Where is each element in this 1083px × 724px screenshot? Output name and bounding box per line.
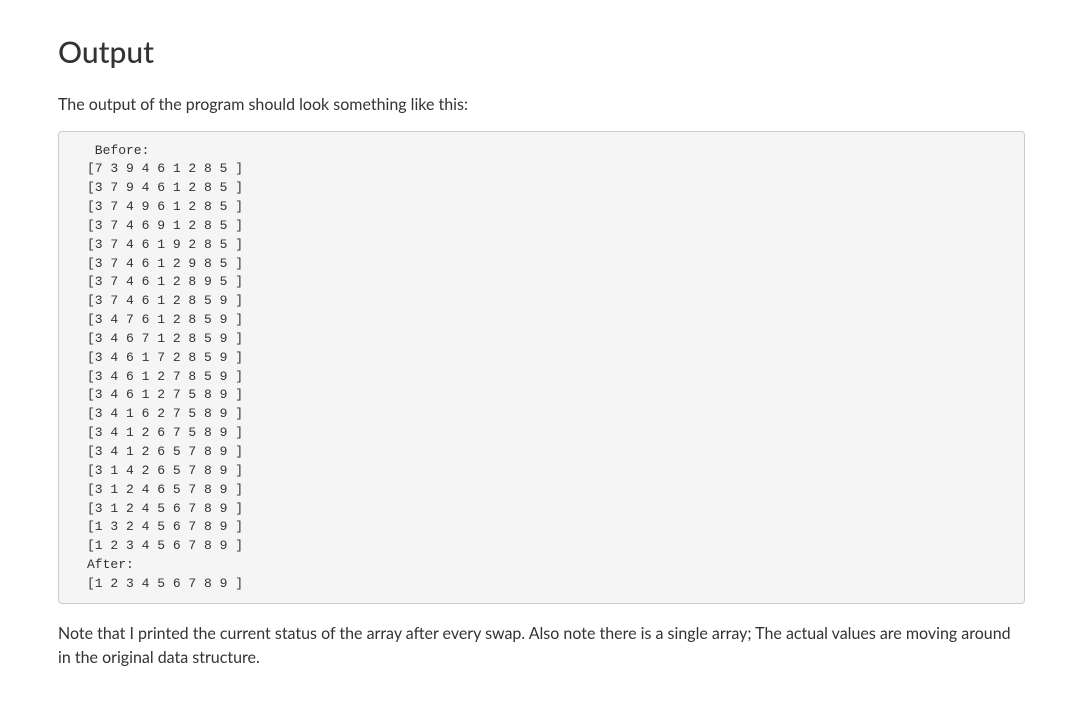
- intro-paragraph: The output of the program should look so…: [58, 93, 1025, 117]
- code-output-block: Before: [7 3 9 4 6 1 2 8 5 ] [3 7 9 4 6 …: [58, 131, 1025, 604]
- note-paragraph: Note that I printed the current status o…: [58, 622, 1025, 670]
- section-heading: Output: [58, 30, 1025, 75]
